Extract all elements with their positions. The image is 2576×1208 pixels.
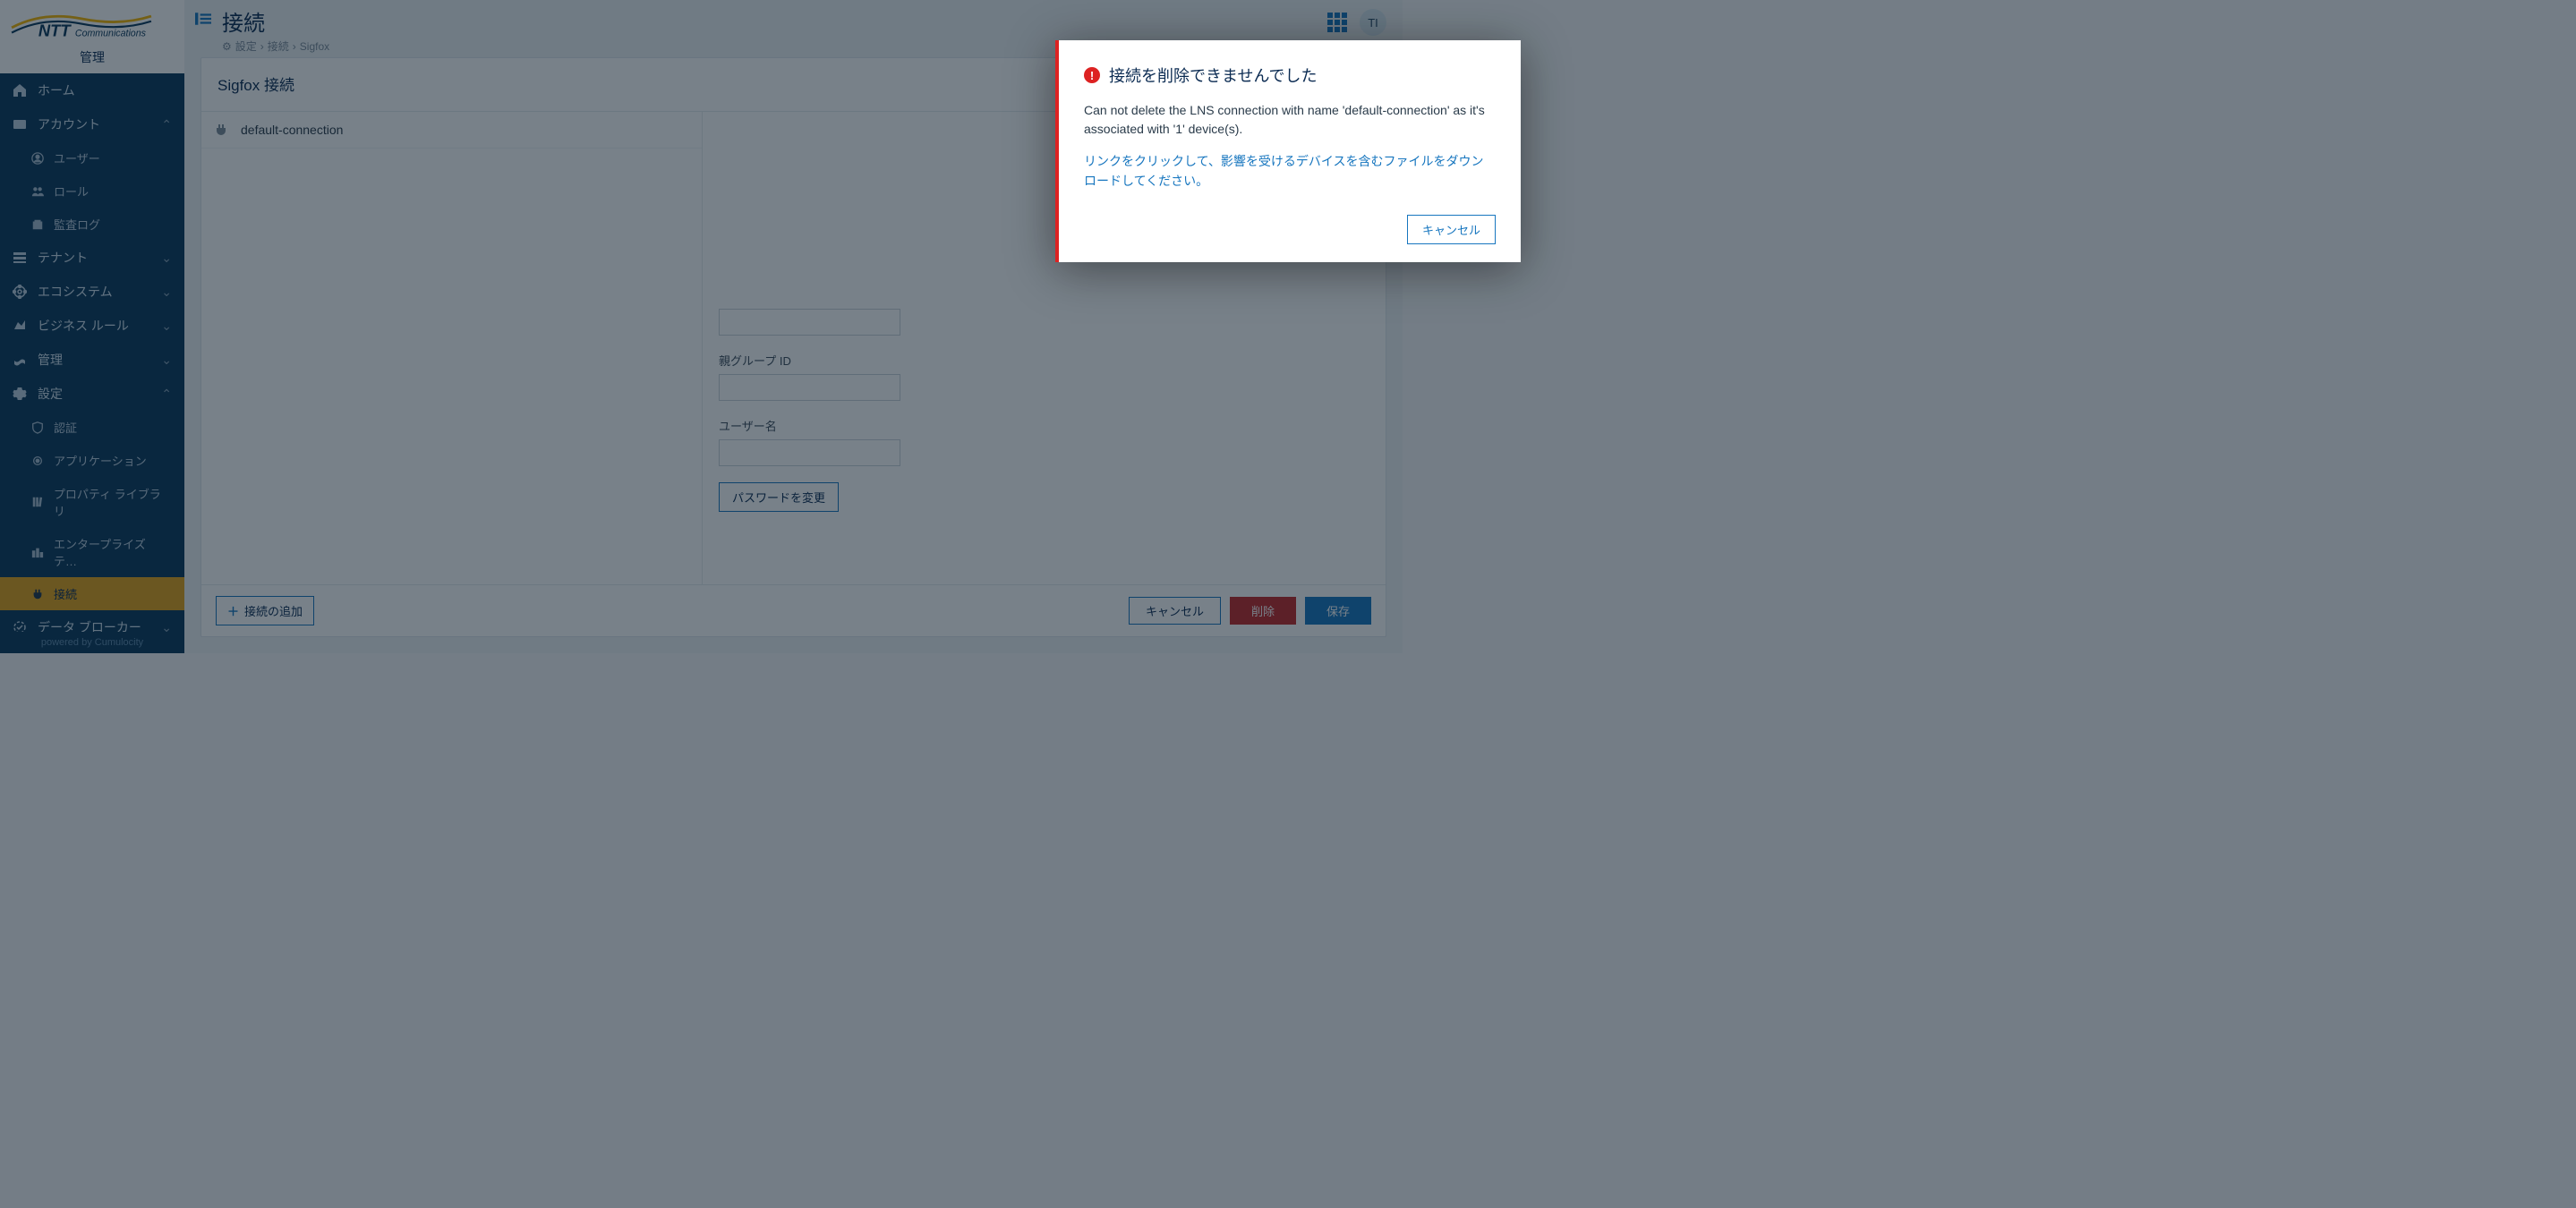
modal-body-text: Can not delete the LNS connection with n… xyxy=(1084,101,1496,139)
modal-title: 接続を削除できませんでした xyxy=(1109,64,1318,87)
modal-cancel-button[interactable]: キャンセル xyxy=(1407,215,1496,244)
error-icon: ! xyxy=(1084,67,1100,83)
modal-overlay: ! 接続を削除できませんでした Can not delete the LNS c… xyxy=(0,0,2576,1208)
error-modal: ! 接続を削除できませんでした Can not delete the LNS c… xyxy=(1055,40,1521,262)
download-link[interactable]: リンクをクリックして、影響を受けるデバイスを含むファイルをダウンロードしてくださ… xyxy=(1084,151,1496,191)
